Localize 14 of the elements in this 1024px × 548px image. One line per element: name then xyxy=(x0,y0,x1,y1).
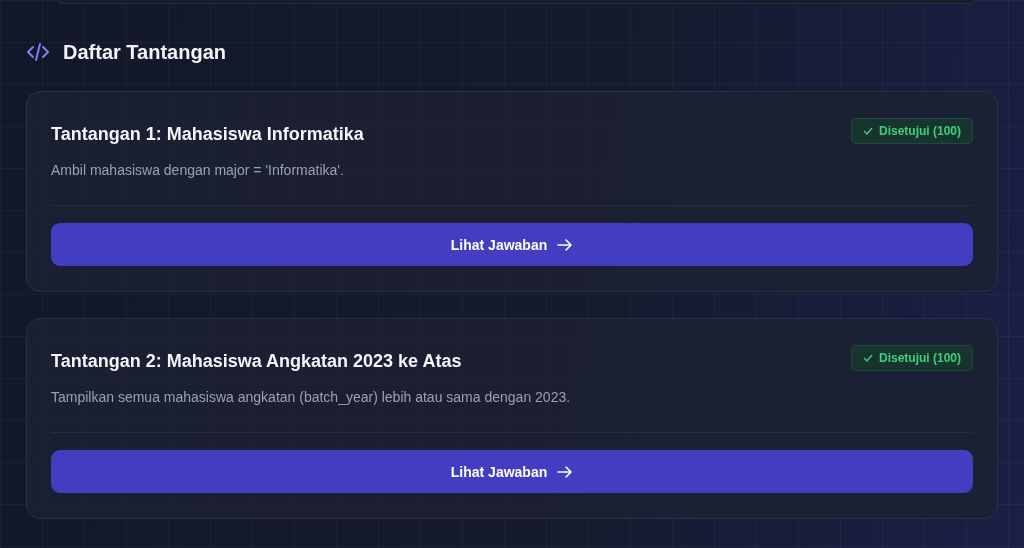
status-badge: Disetujui (100) xyxy=(850,345,973,371)
section-title: Daftar Tantangan xyxy=(63,40,226,64)
view-answer-button[interactable]: Lihat Jawaban xyxy=(51,450,973,493)
check-icon xyxy=(862,127,873,135)
arrow-right-icon xyxy=(557,237,574,252)
challenge-title: Tantangan 1: Mahasiswa Informatika xyxy=(51,124,364,145)
arrow-right-icon xyxy=(557,464,574,479)
code-icon xyxy=(26,42,50,62)
challenge-description: Ambil mahasiswa dengan major = 'Informatika'. xyxy=(51,162,345,178)
challenge-title: Tantangan 2: Mahasiswa Angkatan 2023 ke Atas xyxy=(51,351,462,372)
view-answer-button[interactable]: Lihat Jawaban xyxy=(51,223,973,266)
status-badge: Disetujui (100) xyxy=(850,118,973,144)
check-icon xyxy=(862,354,873,362)
challenge-description: Tampilkan semua mahasiswa angkatan (batch_year) lebih atau sama dengan 2023. xyxy=(51,389,572,405)
